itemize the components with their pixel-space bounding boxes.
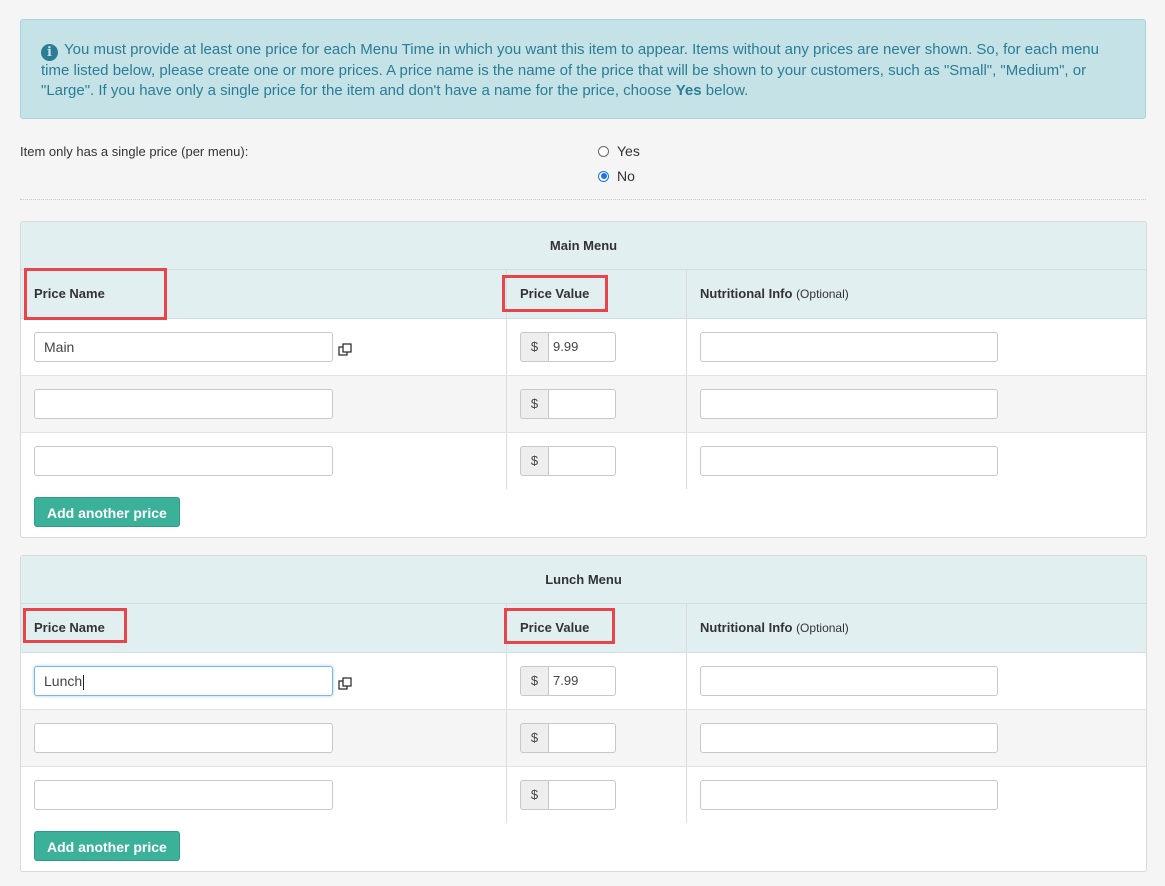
radio-no-label: No <box>617 168 635 184</box>
add-another-price-button[interactable]: Add another price <box>34 831 180 861</box>
info-alert: i You must provide at least one price for… <box>20 19 1146 119</box>
price-name-input[interactable] <box>34 446 333 476</box>
radio-no[interactable] <box>598 170 609 182</box>
price-row: $ <box>21 710 1146 767</box>
price-row: $ <box>21 433 1146 489</box>
price-row: Main $ 9.99 <box>21 319 1146 376</box>
price-value-group: $ 7.99 <box>520 666 616 696</box>
optional-label: (Optional) <box>796 621 849 635</box>
single-price-label: Item only has a single price (per menu): <box>20 144 249 159</box>
nutritional-info-input[interactable] <box>700 780 998 810</box>
nutritional-info-header: Nutritional Info (Optional) <box>687 270 1146 318</box>
nutritional-info-header: Nutritional Info (Optional) <box>687 604 1146 652</box>
info-icon: i <box>41 44 58 61</box>
nutritional-label: Nutritional Info <box>700 286 793 301</box>
price-value-header: Price Value <box>507 604 687 652</box>
single-price-no-option[interactable]: No <box>598 167 635 185</box>
price-name-header: Price Name <box>21 604 507 652</box>
currency-addon: $ <box>520 332 548 362</box>
price-row: $ <box>21 767 1146 823</box>
price-value-group: $ <box>520 723 616 753</box>
info-text-end: below. <box>701 82 749 99</box>
panel-title: Main Menu <box>21 222 1146 270</box>
currency-addon: $ <box>520 389 548 419</box>
add-another-price-button[interactable]: Add another price <box>34 497 180 527</box>
nutritional-info-input[interactable] <box>700 666 998 696</box>
currency-addon: $ <box>520 446 548 476</box>
price-row: Lunch $ 7.99 <box>21 653 1146 710</box>
price-name-input[interactable]: Lunch <box>34 666 333 696</box>
price-value-input[interactable] <box>548 780 616 810</box>
single-price-yes-option[interactable]: Yes <box>598 142 640 160</box>
currency-addon: $ <box>520 723 548 753</box>
currency-addon: $ <box>520 780 548 810</box>
price-value-input[interactable] <box>548 446 616 476</box>
nutritional-info-input[interactable] <box>700 446 998 476</box>
lunch-menu-panel: Lunch Menu Price Name Price Value Nutrit… <box>20 555 1147 872</box>
main-menu-panel: Main Menu Price Name Price Value Nutriti… <box>20 221 1147 538</box>
copy-icon[interactable] <box>338 677 352 691</box>
price-value-header: Price Value <box>507 270 687 318</box>
price-row: $ <box>21 376 1146 433</box>
text-caret <box>83 674 85 690</box>
info-text: You must provide at least one price for … <box>41 41 1099 99</box>
radio-yes[interactable] <box>598 145 609 157</box>
column-headers: Price Name Price Value Nutritional Info … <box>21 604 1146 653</box>
price-value-input[interactable] <box>548 389 616 419</box>
price-name-value: Lunch <box>44 673 83 689</box>
price-value-group: $ <box>520 389 616 419</box>
price-value-group: $ 9.99 <box>520 332 616 362</box>
price-value-group: $ <box>520 780 616 810</box>
copy-icon[interactable] <box>338 343 352 357</box>
nutritional-info-input[interactable] <box>700 723 998 753</box>
optional-label: (Optional) <box>796 287 849 301</box>
column-headers: Price Name Price Value Nutritional Info … <box>21 270 1146 319</box>
price-name-input[interactable] <box>34 389 333 419</box>
price-value-input[interactable] <box>548 723 616 753</box>
nutritional-info-input[interactable] <box>700 389 998 419</box>
price-name-input[interactable] <box>34 780 333 810</box>
price-name-header: Price Name <box>21 270 507 318</box>
price-value-input[interactable]: 7.99 <box>548 666 616 696</box>
price-name-input[interactable] <box>34 723 333 753</box>
panel-title: Lunch Menu <box>21 556 1146 604</box>
price-value-input[interactable]: 9.99 <box>548 332 616 362</box>
divider <box>20 199 1146 200</box>
radio-yes-label: Yes <box>617 143 640 159</box>
price-name-input[interactable]: Main <box>34 332 333 362</box>
nutritional-label: Nutritional Info <box>700 620 793 635</box>
price-value-group: $ <box>520 446 616 476</box>
currency-addon: $ <box>520 666 548 696</box>
info-text-bold: Yes <box>675 82 702 99</box>
nutritional-info-input[interactable] <box>700 332 998 362</box>
